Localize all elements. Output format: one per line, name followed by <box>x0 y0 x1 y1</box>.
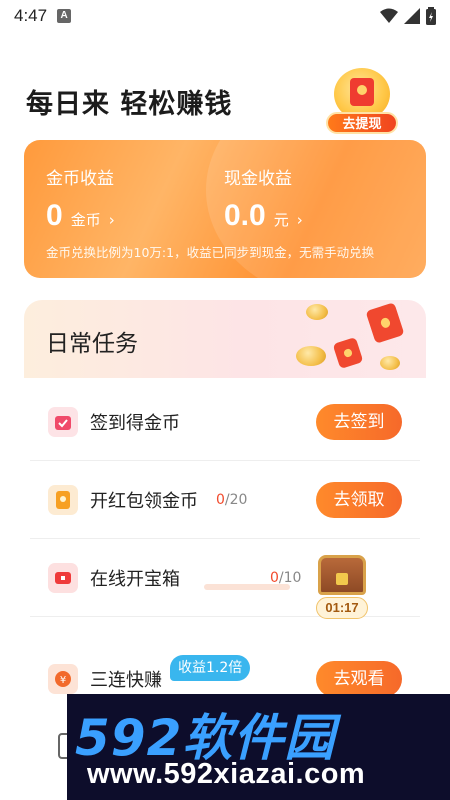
watermark-banner: 592软件园 www.592xiazai.com <box>67 694 450 800</box>
watch-button[interactable]: 去观看 <box>316 661 402 697</box>
coin-icon <box>296 346 326 366</box>
coin-earnings-value: 0 <box>46 199 63 232</box>
task-row-red-envelope: 开红包领金币 0/20 去领取 <box>30 461 420 539</box>
coin-icon <box>306 304 328 320</box>
coin-icon <box>380 356 400 370</box>
coin-earnings[interactable]: 金币收益 0 金币 › <box>46 164 115 233</box>
cash-earnings-unit: 元 <box>273 211 289 229</box>
status-right <box>380 7 436 25</box>
task-count: 0/10 <box>270 569 302 586</box>
svg-text:¥: ¥ <box>60 675 66 686</box>
coin-icon: ¥ <box>48 664 78 694</box>
chest-lock-icon <box>336 573 348 585</box>
treasure-chest-button[interactable]: 01:17 <box>312 553 372 621</box>
task-label: 三连快赚 <box>90 670 162 691</box>
coin-earnings-caption: 金币收益 <box>46 169 114 189</box>
status-bar: 4:47 A <box>0 0 450 32</box>
signal-icon <box>404 8 420 24</box>
page-title: 每日来 轻松赚钱 <box>26 89 233 120</box>
earnings-card: 金币收益 0 金币 › 现金收益 0.0 元 › 金币兑换比例为10万:1，收益… <box>24 140 426 278</box>
withdraw-button[interactable]: 去提现 <box>326 68 398 134</box>
claim-button[interactable]: 去领取 <box>316 481 402 518</box>
red-envelope-icon <box>365 302 405 344</box>
watermark-url: www.592xiazai.com <box>87 758 366 790</box>
status-time: 4:47 <box>14 6 48 25</box>
red-envelope-icon <box>48 484 78 515</box>
daily-tasks-title: 日常任务 <box>46 331 138 357</box>
chevron-right-icon: › <box>296 211 303 229</box>
task-row-checkin: 签到得金币 去签到 <box>30 383 420 461</box>
chevron-right-icon: › <box>108 211 115 229</box>
task-count: 0/20 <box>216 491 248 508</box>
chest-countdown: 01:17 <box>316 597 368 619</box>
withdraw-label: 去提现 <box>326 112 398 134</box>
envelope-seal-icon <box>357 85 367 95</box>
task-label: 开红包领金币 <box>90 490 198 512</box>
cash-earnings-caption: 现金收益 <box>224 169 292 189</box>
cash-earnings[interactable]: 现金收益 0.0 元 › <box>224 164 303 233</box>
daily-tasks-header: 日常任务 <box>24 300 426 378</box>
coin-earnings-unit: 金币 <box>70 211 101 229</box>
red-envelope-icon <box>332 336 364 370</box>
wifi-icon <box>380 8 398 23</box>
battery-icon <box>426 7 436 25</box>
calendar-icon <box>48 406 78 437</box>
task-label: 签到得金币 <box>90 412 180 434</box>
bonus-tag: 收益1.2倍 <box>170 655 251 681</box>
task-label: 在线开宝箱 <box>90 568 180 590</box>
notification-a-icon: A <box>57 9 72 23</box>
cash-earnings-value: 0.0 <box>224 199 266 232</box>
checkin-button[interactable]: 去签到 <box>316 403 402 440</box>
treasure-box-icon <box>48 562 78 593</box>
exchange-note: 金币兑换比例为10万:1，收益已同步到现金，无需手动兑换 <box>46 245 375 260</box>
